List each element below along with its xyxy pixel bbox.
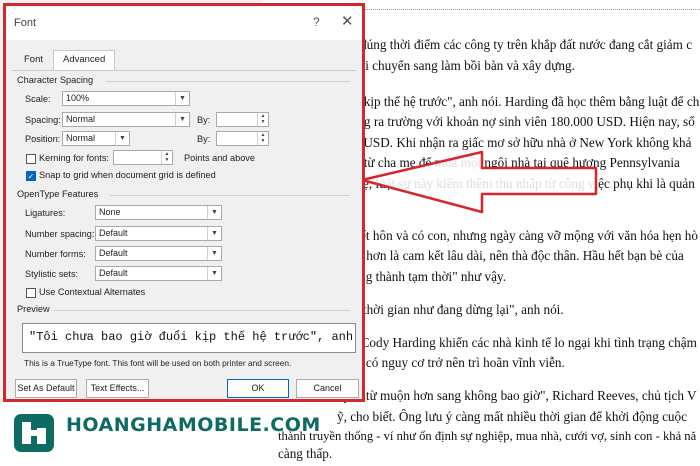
tab-font[interactable]: Font — [24, 54, 43, 65]
divider — [110, 195, 350, 196]
logo-text: HOANGHAMOBILE.COM — [66, 414, 321, 436]
snap-to-grid-label: Snap to grid when document grid is defin… — [39, 170, 216, 180]
contextual-alternates-checkbox[interactable] — [26, 288, 36, 298]
ligatures-select[interactable]: None ▼ — [95, 205, 222, 220]
close-icon[interactable]: ✕ — [341, 12, 354, 30]
kerning-points-input[interactable]: ▲ ▼ — [113, 150, 173, 165]
opentype-heading: OpenType Features — [17, 189, 99, 199]
divider — [106, 81, 350, 82]
preview-text: "Tôi chưa bao giờ đuổi kịp thế hệ trước"… — [29, 330, 355, 344]
set-as-default-button[interactable]: Set As Default — [15, 379, 77, 398]
document-line: thành truyền thống - ví như ổn định sự n… — [278, 429, 697, 443]
preview-heading: Preview — [17, 304, 50, 314]
chevron-down-icon: ▼ — [175, 92, 189, 105]
text-effects-button[interactable]: Text Effects... — [86, 379, 149, 398]
document-line: oanh có nguy cơ trở nên trì hoãn vĩnh vi… — [337, 355, 565, 370]
spacing-select[interactable]: Normal ▼ — [62, 112, 190, 127]
preview-box: "Tôi chưa bao giờ đuổi kịp thế hệ trước"… — [22, 323, 356, 353]
document-line: ng kết hôn và có con, nhưng ngày càng vỡ… — [337, 228, 698, 243]
document-line: ỹ, cho biết. Ông lưu ý càng mất nhiều th… — [337, 409, 687, 424]
document-line: 008 đúng thời điểm các công ty trên khắp… — [337, 37, 693, 52]
stylistic-sets-select[interactable]: Default ▼ — [95, 266, 222, 281]
spacing-label: Spacing: — [25, 115, 61, 125]
ok-button[interactable]: OK — [227, 379, 289, 398]
site-logo: HOANGHAMOBILE.COM — [0, 402, 320, 466]
document-line: thấy thời gian như đang dừng lại", anh n… — [337, 302, 564, 317]
divider — [54, 310, 350, 311]
scale-select[interactable]: 100% ▼ — [62, 91, 190, 106]
logo-mark-icon — [14, 414, 54, 452]
spinner-arrows-icon[interactable]: ▲ ▼ — [257, 113, 268, 126]
spacing-by-input[interactable]: ▲ ▼ — [216, 112, 269, 127]
tab-advanced[interactable]: Advanced — [53, 50, 116, 70]
font-info-note: This is a TrueType font. This font will … — [24, 358, 292, 368]
number-spacing-label: Number spacing: — [25, 229, 95, 239]
spacing-by-label: By: — [197, 115, 211, 125]
dialog-title: Font — [14, 17, 37, 29]
character-spacing-heading: Character Spacing — [17, 75, 94, 85]
number-forms-label: Number forms: — [25, 249, 86, 259]
chevron-down-icon: ▼ — [207, 267, 221, 280]
number-forms-select[interactable]: Default ▼ — [95, 246, 222, 261]
stylistic-sets-label: Stylistic sets: — [25, 269, 79, 279]
position-by-input[interactable]: ▲ ▼ — [216, 131, 269, 146]
document-line: nhưng ra trường với khoản nợ sinh viên 1… — [337, 114, 695, 129]
dialog-titlebar[interactable]: Font ? ✕ — [6, 6, 362, 40]
document-line: đuổi kịp thế hệ trước", anh nói. Harding… — [337, 94, 700, 109]
font-dialog: Font ? ✕ Font Advanced Character Spacing… — [3, 3, 365, 402]
document-line: à phải chuyển sang làm bồi bàn và xây dự… — [337, 58, 575, 73]
annotation-arrow-icon — [360, 150, 598, 214]
dialog-tabs: Font Advanced — [6, 50, 362, 70]
position-select[interactable]: Normal ▼ — [62, 131, 130, 146]
chevron-down-icon: ▼ — [207, 247, 221, 260]
chevron-down-icon: ▼ — [175, 113, 189, 126]
chevron-down-icon: ▼ — [115, 132, 129, 145]
contextual-alternates-label: Use Contextual Alternates — [39, 287, 146, 297]
cancel-button[interactable]: Cancel — [296, 379, 359, 398]
chevron-down-icon: ▼ — [207, 206, 221, 219]
spinner-arrows-icon[interactable]: ▲ ▼ — [257, 132, 268, 145]
document-line: uyển từ muộn hơn sang không bao giờ", Ri… — [337, 388, 697, 403]
document-line: t hạn hơn là cam kết lâu dài, nên thà độ… — [337, 248, 684, 263]
snap-to-grid-checkbox[interactable]: ✓ — [26, 171, 36, 181]
document-line: như Cody Harding khiến các nhà kinh tế l… — [337, 335, 700, 350]
chevron-down-icon: ▼ — [207, 227, 221, 240]
number-spacing-select[interactable]: Default ▼ — [95, 226, 222, 241]
kerning-checkbox[interactable] — [26, 154, 36, 164]
help-button[interactable]: ? — [313, 15, 320, 29]
position-by-label: By: — [197, 134, 211, 144]
scale-label: Scale: — [25, 94, 51, 104]
ligatures-label: Ligatures: — [25, 208, 66, 218]
spinner-arrows-icon[interactable]: ▲ ▼ — [161, 151, 172, 164]
kerning-suffix: Points and above — [184, 153, 256, 163]
kerning-label: Kerning for fonts: — [39, 153, 109, 163]
document-line: càng thấp. — [278, 446, 333, 461]
position-label: Position: — [25, 134, 61, 144]
